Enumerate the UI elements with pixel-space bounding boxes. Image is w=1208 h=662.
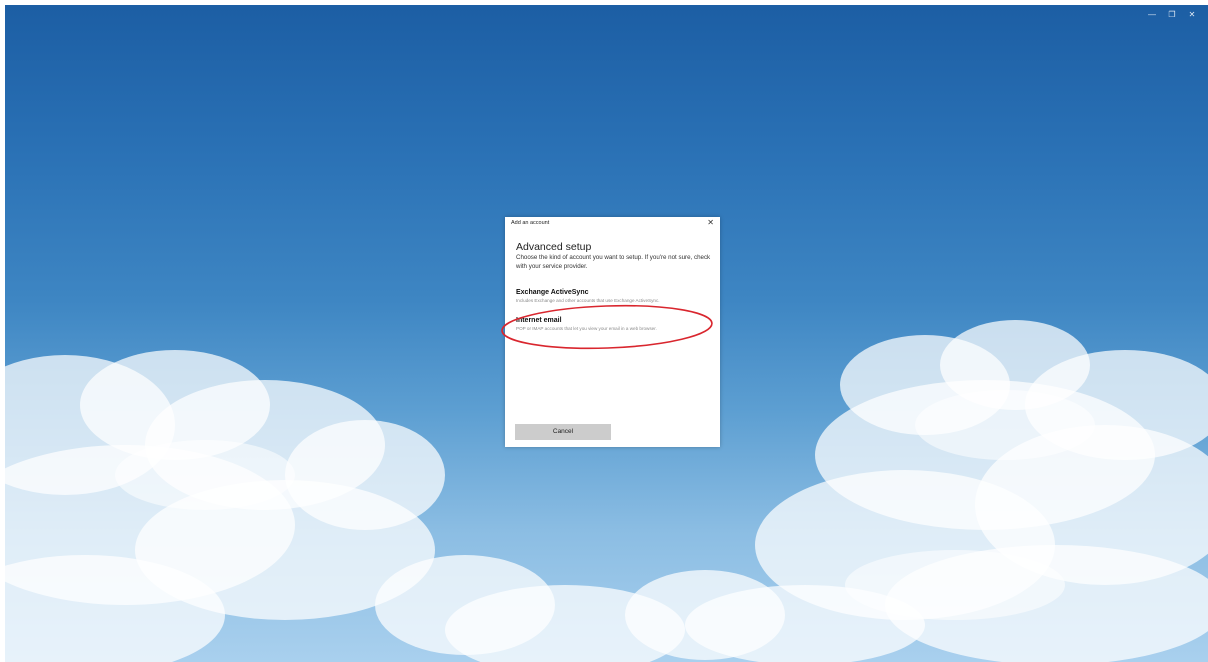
- window-controls: — ❐ ✕: [1144, 9, 1200, 21]
- add-account-dialog: Add an account ✕ Advanced setup Choose t…: [505, 217, 720, 447]
- option-internet-email[interactable]: Internet email POP or IMAP accounts that…: [516, 316, 712, 332]
- dialog-close-icon[interactable]: ✕: [707, 218, 714, 227]
- option-title: Exchange ActiveSync: [516, 289, 589, 296]
- dialog-title: Add an account: [511, 220, 550, 226]
- option-subtitle: Includes Exchange and other accounts tha…: [516, 298, 660, 303]
- dialog-titlebar: Add an account ✕: [505, 217, 720, 231]
- dialog-heading: Advanced setup: [516, 241, 592, 253]
- restore-icon[interactable]: ❐: [1164, 9, 1180, 21]
- desktop-background: — ❐ ✕ Add an account ✕ Advanced setup Ch…: [5, 5, 1208, 662]
- option-subtitle: POP or IMAP accounts that let you view y…: [516, 326, 657, 331]
- close-icon[interactable]: ✕: [1184, 9, 1200, 21]
- minimize-icon[interactable]: —: [1144, 9, 1160, 21]
- option-title: Internet email: [516, 317, 562, 324]
- option-exchange-activesync[interactable]: Exchange ActiveSync Includes Exchange an…: [516, 288, 712, 304]
- cancel-button[interactable]: Cancel: [515, 424, 611, 440]
- dialog-description: Choose the kind of account you want to s…: [516, 254, 711, 270]
- screen-frame: — ❐ ✕ Add an account ✕ Advanced setup Ch…: [0, 0, 1208, 662]
